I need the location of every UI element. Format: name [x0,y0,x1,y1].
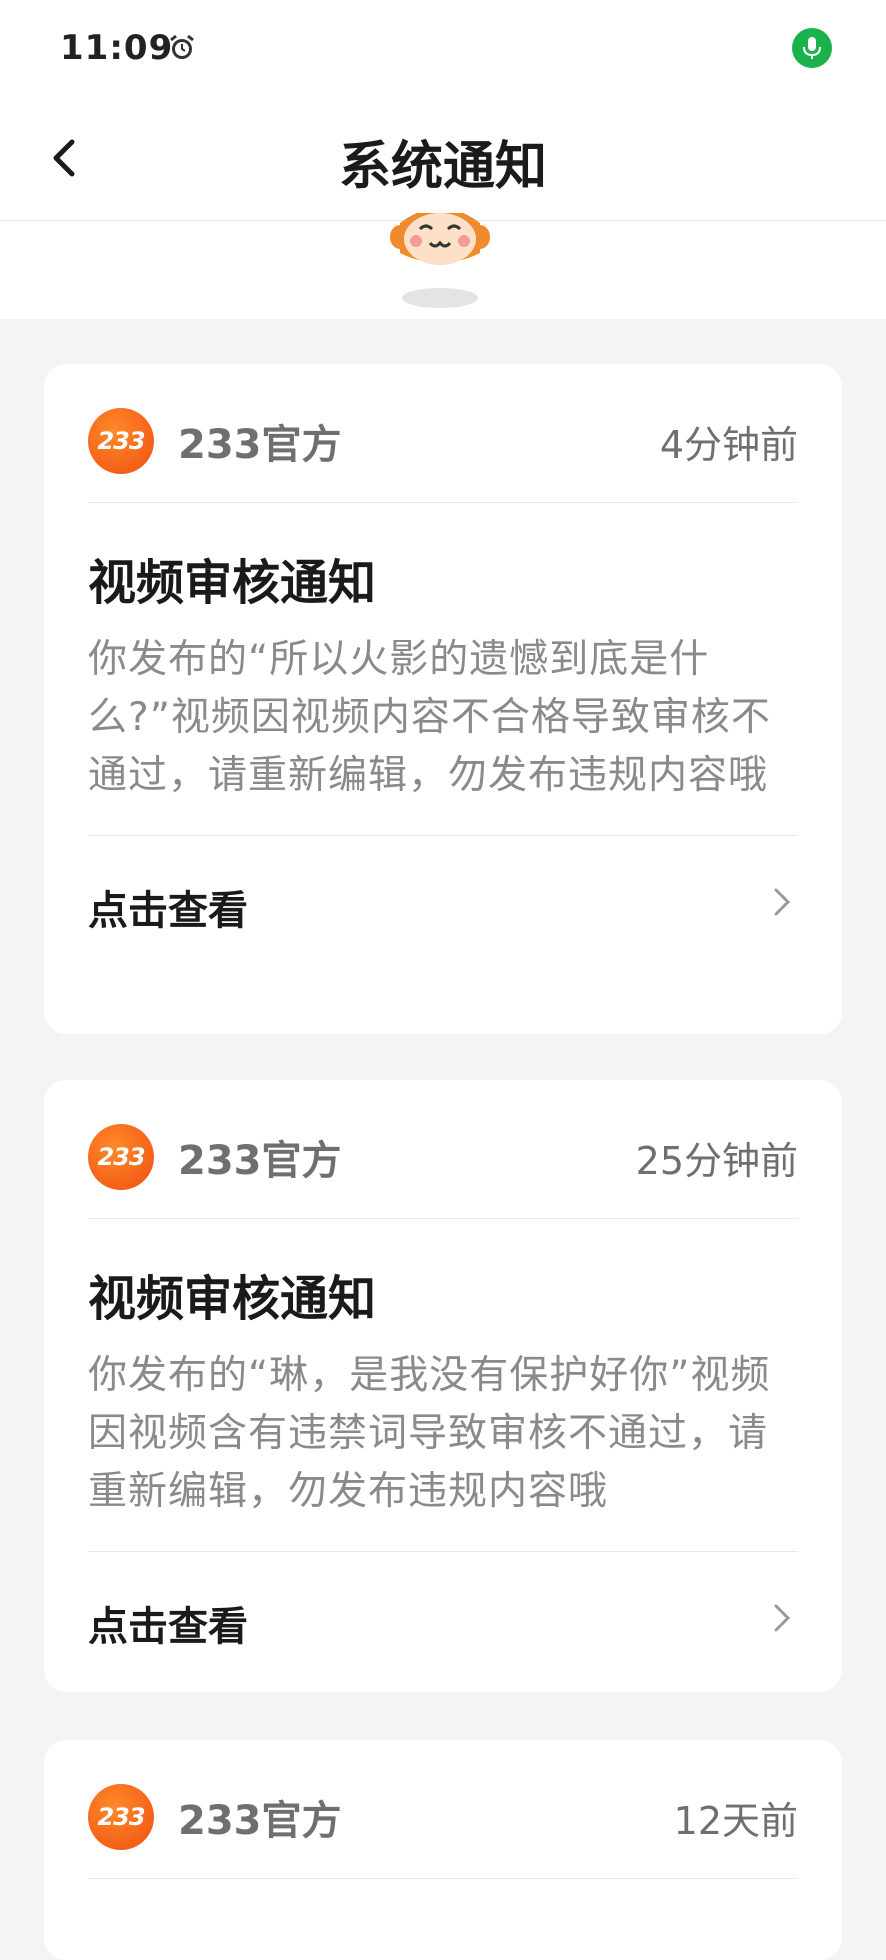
view-details-row[interactable]: 点击查看 [44,1552,842,1692]
notification-title: 视频审核通知 [88,1271,377,1327]
time-ago: 4分钟前 [659,423,798,467]
page-title: 系统通知 [338,137,547,197]
notification-title: 视频审核通知 [88,555,377,611]
notification-card: 233 233官方 4分钟前 视频审核通知 你发布的“所以火影的遗憾到底是什么?… [44,364,842,1034]
notification-body: 你发布的“所以火影的遗憾到底是什么?”视频因视频内容不合格导致审核不通过，请重新… [88,637,771,798]
sender-name: 233官方 [178,1138,342,1184]
divider [88,502,798,503]
divider [88,1218,798,1219]
divider [88,1878,798,1879]
time-ago: 25分钟前 [635,1139,798,1183]
sender-name: 233官方 [178,1798,342,1844]
refresh-header [0,213,886,319]
notification-card: 233 233官方 25分钟前 视频审核通知 你发布的“琳，是我没有保护好你”视… [44,1080,842,1692]
mascot-icon [390,213,490,308]
notification-body: 你发布的“琳，是我没有保护好你”视频因视频含有违禁词导致审核不通过，请重新编辑，… [88,1353,771,1514]
app-logo-icon: 233 [88,1124,154,1190]
nav-header: 系统通知 [0,100,886,221]
sender-name: 233官方 [178,422,342,468]
status-time: 11:09 [60,28,174,68]
app-logo-icon: 233 [88,1784,154,1850]
view-details-label[interactable]: 点击查看 [88,1594,248,1652]
view-details-label[interactable]: 点击查看 [88,878,248,936]
status-bar: 11:09 [0,0,886,100]
time-ago: 12天前 [673,1799,798,1843]
chevron-right-icon [774,888,791,916]
microphone-icon [792,28,832,68]
notification-card: 233 233官方 12天前 [44,1740,842,1960]
view-details-row[interactable]: 点击查看 [44,836,842,976]
app-logo-icon: 233 [88,408,154,474]
chevron-right-icon [774,1604,791,1632]
alarm-clock-icon [170,34,194,59]
